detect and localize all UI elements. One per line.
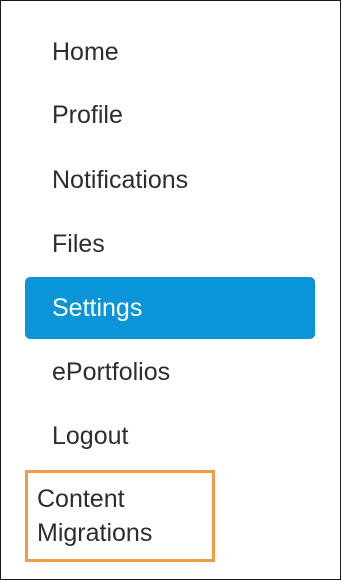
nav-item-files[interactable]: Files — [25, 213, 315, 275]
nav-item-content-migrations[interactable]: Content Migrations — [25, 470, 215, 562]
nav-item-home[interactable]: Home — [25, 21, 315, 83]
nav-item-label: ePortfolios — [52, 357, 171, 386]
nav-item-label: Notifications — [52, 165, 189, 194]
nav-item-label: Files — [52, 229, 105, 258]
nav-item-label: Profile — [52, 100, 123, 129]
nav-item-label: Logout — [52, 421, 129, 450]
nav-item-settings[interactable]: Settings — [25, 277, 315, 339]
navigation-panel: Home Profile Notifications Files Setting… — [0, 0, 341, 580]
nav-item-notifications[interactable]: Notifications — [25, 149, 315, 211]
nav-item-eportfolios[interactable]: ePortfolios — [25, 341, 315, 403]
nav-item-label: Settings — [52, 293, 143, 322]
nav-item-profile[interactable]: Profile — [25, 84, 315, 146]
nav-item-logout[interactable]: Logout — [25, 405, 315, 467]
nav-item-label: Home — [52, 37, 119, 66]
nav-item-label: Content Migrations — [37, 485, 153, 547]
